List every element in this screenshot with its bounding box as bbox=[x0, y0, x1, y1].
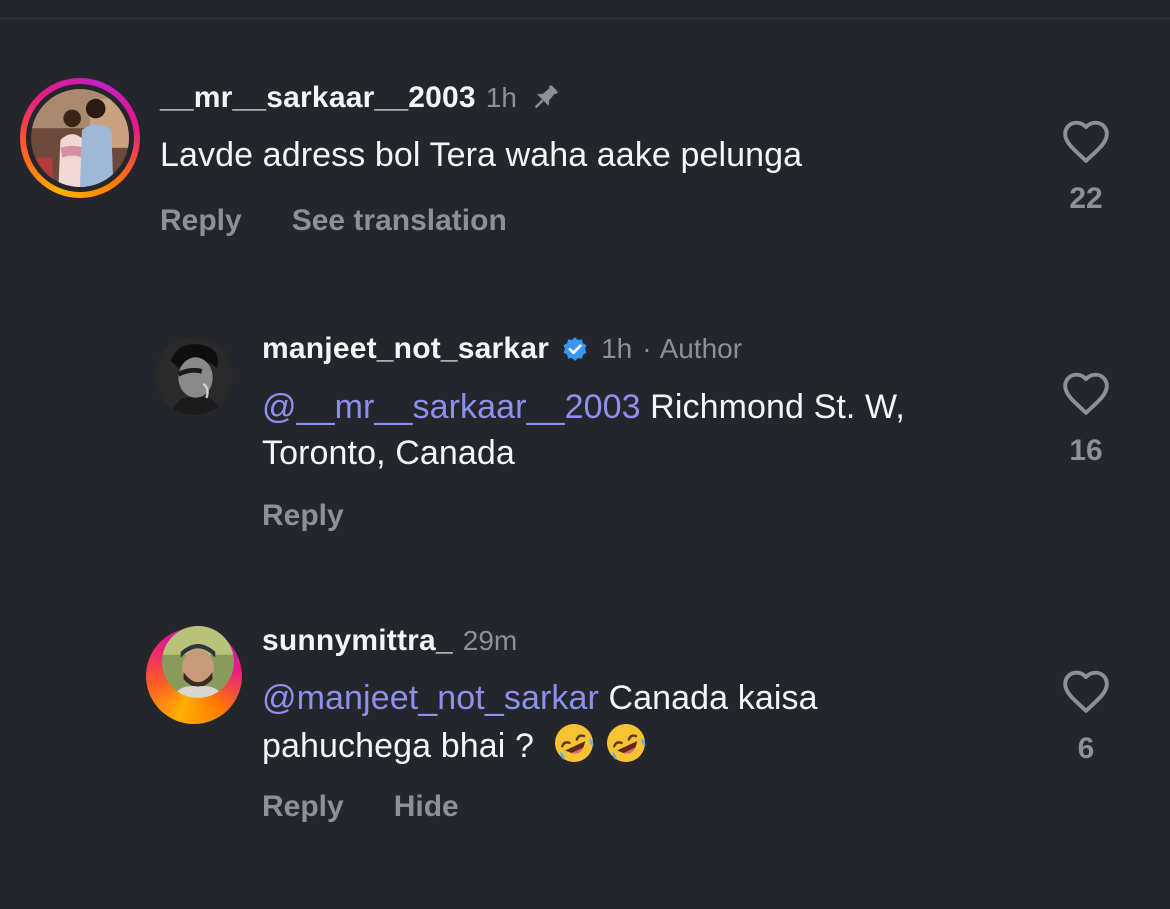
comment-text: @manjeet_not_sarkar Canada kaisa pahuche… bbox=[262, 675, 982, 769]
verified-badge-icon bbox=[563, 337, 587, 361]
reply-button[interactable]: Reply bbox=[262, 499, 344, 533]
comment-meta: manjeet_not_sarkar 1h · Author bbox=[262, 332, 742, 366]
mention-link[interactable]: @__mr__sarkaar__2003 bbox=[262, 388, 641, 426]
see-translation-button[interactable]: See translation bbox=[292, 204, 507, 238]
reply-button[interactable]: Reply bbox=[160, 204, 242, 238]
like-count: 16 bbox=[1069, 434, 1103, 467]
profile-photo-bw-portrait-icon bbox=[155, 337, 233, 415]
heart-icon[interactable] bbox=[1061, 370, 1111, 416]
comment-actions: Reply bbox=[262, 499, 394, 533]
comment-text: Lavde adress bol Tera waha aake pelunga bbox=[160, 136, 803, 174]
mention-link[interactable]: @manjeet_not_sarkar bbox=[262, 679, 599, 717]
avatar[interactable] bbox=[162, 626, 234, 698]
like-count: 22 bbox=[1069, 182, 1103, 215]
username[interactable]: __mr__sarkaar__2003 bbox=[160, 81, 476, 115]
username[interactable]: manjeet_not_sarkar bbox=[262, 332, 549, 366]
separator-dot: · bbox=[642, 333, 652, 364]
comment-meta: sunnymittra_ 29m bbox=[262, 624, 517, 658]
profile-photo-couple-icon bbox=[31, 89, 129, 187]
timestamp: 1h bbox=[601, 333, 633, 364]
heart-icon[interactable] bbox=[1061, 668, 1111, 714]
like-count: 6 bbox=[1077, 732, 1095, 765]
like-area: 6 bbox=[1046, 668, 1126, 766]
pin-icon bbox=[535, 85, 558, 108]
rolling-on-floor-laughing-emoji-icon bbox=[554, 724, 593, 762]
comment-text: @__mr__sarkaar__2003 Richmond St. W, Tor… bbox=[262, 384, 1002, 476]
avatar[interactable] bbox=[31, 89, 129, 187]
comment-actions: Reply Hide bbox=[262, 790, 509, 824]
timestamp: 1h bbox=[485, 82, 517, 113]
like-area: 22 bbox=[1046, 118, 1126, 216]
author-badge: Author bbox=[659, 333, 743, 364]
like-area: 16 bbox=[1046, 370, 1126, 468]
rolling-on-floor-laughing-emoji-icon bbox=[606, 724, 645, 762]
reply-button[interactable]: Reply bbox=[262, 790, 344, 824]
timestamp: 29m bbox=[462, 625, 518, 656]
profile-photo-man-cap-icon bbox=[162, 626, 234, 698]
hide-button[interactable]: Hide bbox=[394, 790, 459, 824]
comment-meta: __mr__sarkaar__2003 1h bbox=[160, 80, 563, 116]
heart-icon[interactable] bbox=[1061, 118, 1111, 164]
username[interactable]: sunnymittra_ bbox=[262, 624, 453, 658]
comment-item: __mr__sarkaar__2003 1h Lavde adress bol … bbox=[0, 0, 1170, 300]
comment-actions: Reply See translation bbox=[160, 204, 557, 238]
avatar[interactable] bbox=[155, 337, 233, 415]
